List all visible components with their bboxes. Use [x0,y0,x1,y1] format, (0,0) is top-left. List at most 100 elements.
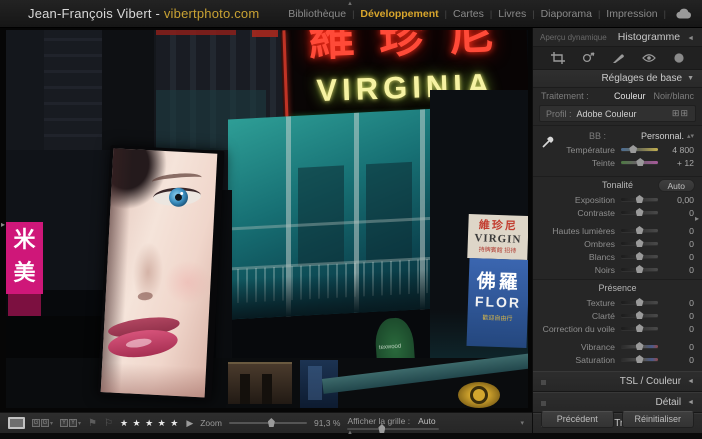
slider-value: 0 [664,311,694,321]
panel-toggle[interactable] [541,380,546,385]
texture-slider-row: Texture 0 [533,296,702,309]
slider-thumb[interactable] [636,208,644,216]
panel-toggle[interactable] [541,401,546,406]
photo-preview[interactable]: 維珍尼 VIRGINIA 維珍尼 VIRGIN 持牌賓館 招待 佛羅 FL [6,30,528,408]
sign-virgin-text: VIRGIN [468,232,528,246]
shadows-slider[interactable] [621,242,658,245]
exposure-slider-row: Exposition 0,00 [533,193,702,206]
slider-thumb[interactable] [268,418,275,427]
slider-value: 0 [664,208,694,218]
saturation-slider-row: Saturation 0 [533,353,702,366]
highlights-slider[interactable] [621,229,658,232]
pick-flag-icon[interactable]: ⚑ [88,418,97,429]
module-picker: Bibliothèque | Développement | Cartes | … [288,8,692,20]
identity-site: vibertphoto.com [164,6,260,21]
bottom-panel-collapse-icon[interactable]: ▲ [347,430,353,436]
slider-label: Exposition [541,195,615,205]
vibrance-slider[interactable] [621,345,658,348]
red-eye-icon[interactable] [642,53,656,63]
loupe-view-icon[interactable] [8,417,25,429]
slider-thumb[interactable] [636,239,644,247]
treatment-label: Traitement : [541,91,589,101]
histogram-panel-header[interactable]: Aperçu dynamique Histogramme ◄ [533,28,702,47]
cloud-sync-icon[interactable] [676,8,692,19]
module-develop[interactable]: Développement [360,8,438,20]
slider-thumb[interactable] [636,342,644,350]
reject-flag-icon[interactable]: ⚐ [104,418,113,429]
blacks-slider-row: Noirs 0 [533,263,702,276]
dehaze-slider[interactable] [621,327,658,330]
exposure-slider[interactable] [621,198,658,201]
toolbar-options-icon[interactable]: ▾ [520,419,524,427]
saturation-slider[interactable] [621,358,658,361]
whites-slider-row: Blancs 0 [533,250,702,263]
masking-icon[interactable] [673,52,685,64]
slider-value: 0 [664,324,694,334]
contrast-slider[interactable] [621,211,658,214]
gold-logo-sign [458,382,500,408]
auto-tone-button[interactable]: Auto [658,179,696,192]
slider-thumb[interactable] [636,158,644,166]
temperature-slider[interactable] [621,148,658,151]
texture-slider[interactable] [621,301,658,304]
wb-preset-row[interactable]: BB : Personnal. ▴▾ [533,129,702,143]
previous-button[interactable]: Précédent [541,411,614,428]
popup-arrows-icon: ▴▾ [687,132,694,140]
slider-thumb[interactable] [636,298,644,306]
clarity-slider[interactable] [621,314,658,317]
basic-panel-header[interactable]: Réglages de base ▼ [533,70,702,88]
treatment-color-option[interactable]: Couleur [614,91,646,101]
compare-view-icon[interactable]: GG▾ [32,419,53,427]
eye-glint [180,192,183,195]
sign-subtext: 歡迎自由行 [467,312,527,323]
module-print[interactable]: Impression [606,8,657,20]
silhouette [240,374,250,404]
slider-thumb[interactable] [636,355,644,363]
slider-thumb[interactable] [636,195,644,203]
crop-icon[interactable] [551,52,565,64]
module-slideshow[interactable]: Diaporama [541,8,592,20]
slider-thumb[interactable] [636,252,644,260]
slider-value: 0 [664,355,694,365]
slider-thumb[interactable] [636,265,644,273]
star-rating[interactable]: ★ ★ ★ ★ ★ [120,418,179,429]
treatment-bw-option[interactable]: Noir/blanc [653,91,694,101]
tint-slider-row: Teinte + 12 [533,156,702,169]
slider-label: Saturation [541,355,615,365]
tint-slider[interactable] [621,161,658,164]
slider-label: Vibrance [541,342,615,352]
module-library[interactable]: Bibliothèque [288,8,346,20]
reset-button[interactable]: Réinitialiser [622,411,695,428]
slider-thumb[interactable] [629,145,637,153]
grid-label: Afficher la grille : [347,416,410,426]
top-panel-collapse-icon[interactable]: ▲ [347,1,353,7]
whites-slider[interactable] [621,255,658,258]
blacks-slider[interactable] [621,268,658,271]
slider-thumb[interactable] [636,311,644,319]
profile-browser-icon[interactable]: ⊞⊞ [672,108,689,119]
slider-label: Blancs [541,252,615,262]
slider-thumb[interactable] [636,226,644,234]
grid-size-slider[interactable] [347,428,439,430]
panel-detail[interactable]: Détail ◄ [533,392,702,413]
shadows-slider-row: Ombres 0 [533,237,702,250]
profile-selector[interactable]: Profil : Adobe Couleur ⊞⊞ [539,105,696,122]
slider-thumb[interactable] [636,324,644,332]
survey-view-icon[interactable]: YY▾ [60,419,81,427]
module-map[interactable]: Cartes [453,8,484,20]
grid-mode-value[interactable]: Auto [418,416,436,426]
wb-eyedropper-icon[interactable] [542,133,557,148]
left-panel-expand-icon[interactable]: ▸ [1,220,5,229]
zoom-slider[interactable] [229,422,307,424]
module-book[interactable]: Livres [498,8,526,20]
panel-hsl-color[interactable]: TSL / Couleur ◄ [533,371,702,392]
healing-icon[interactable] [582,52,595,64]
right-panel-collapse-icon[interactable]: ▸ [695,214,699,223]
highlights-slider-row: Hautes lumières 0 [533,224,702,237]
treatment-row: Traitement : Couleur Noir/blanc [533,88,702,104]
brush-icon[interactable] [612,52,625,64]
silhouette [262,374,272,404]
panel-title: TSL / Couleur [620,376,681,387]
play-icon[interactable]: ▶ [186,418,193,429]
slider-value: 0 [664,342,694,352]
